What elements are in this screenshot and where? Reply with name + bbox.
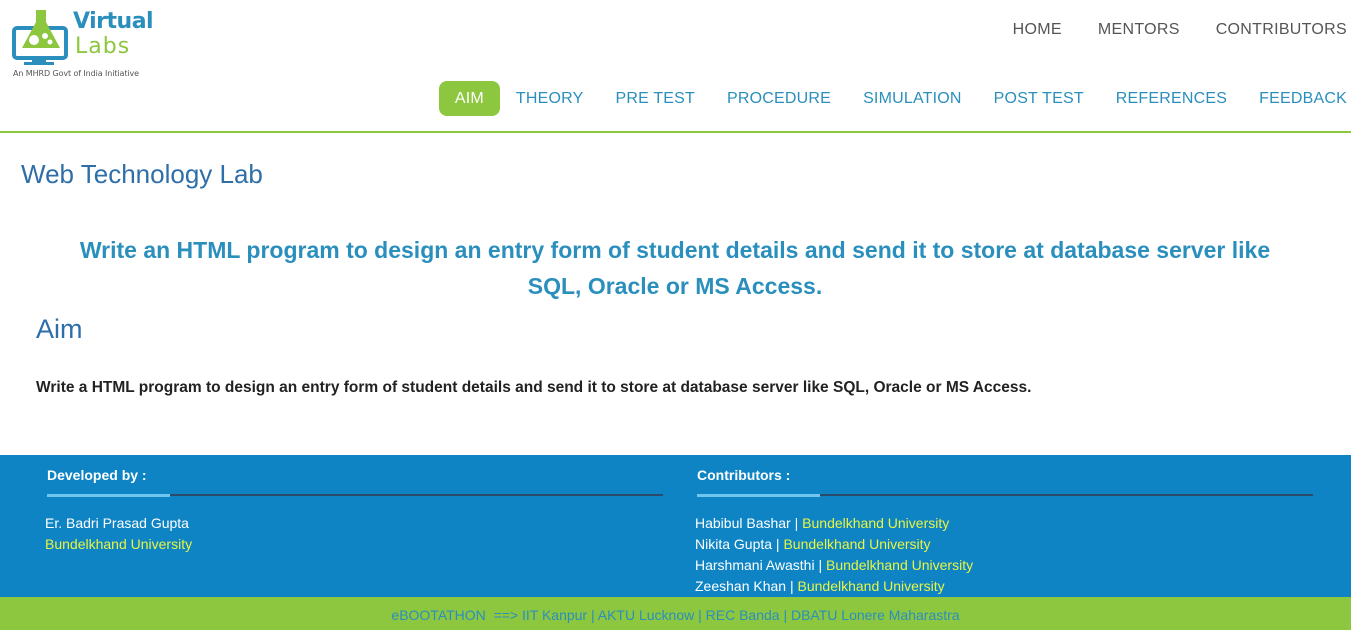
tab-aim[interactable]: AIM — [438, 81, 500, 116]
ebootathon-bar[interactable]: eBOOTATHON ==> IIT Kanpur | AKTU Lucknow… — [0, 597, 1351, 630]
footer: Developed by : Er. Badri Prasad Gupta Bu… — [0, 455, 1351, 597]
tab-simulation[interactable]: SIMULATION — [847, 81, 978, 116]
top-navigation: HOME MENTORS CONTRIBUTORS — [977, 20, 1347, 40]
contributor-name: Harshmani Awasthi — [695, 557, 815, 573]
tab-feedback[interactable]: FEEDBACK — [1243, 81, 1347, 116]
developer-list: Er. Badri Prasad Gupta Bundelkhand Unive… — [45, 513, 192, 555]
site-header: Virtual Labs An MHRD Govt of India Initi… — [0, 0, 1351, 133]
contributor-name: Habibul Bashar — [695, 515, 791, 531]
tab-theory[interactable]: THEORY — [500, 81, 600, 116]
contributor-list: Habibul Bashar | Bundelkhand University … — [695, 513, 973, 597]
logo-virtual-text: Virtual — [73, 9, 154, 34]
nav-home[interactable]: HOME — [977, 20, 1062, 40]
contributor-university: Bundelkhand University — [783, 536, 931, 552]
contributor-university: Bundelkhand University — [797, 578, 945, 594]
tab-pre-test[interactable]: PRE TEST — [599, 81, 711, 116]
aim-heading: Aim — [36, 314, 83, 344]
contributor-name: Nikita Gupta — [695, 536, 773, 552]
flask-logo-icon — [12, 10, 68, 65]
experiment-heading: Write an HTML program to design an entry… — [30, 232, 1320, 304]
nav-mentors[interactable]: MENTORS — [1062, 20, 1180, 40]
logo-labs-text: Labs — [75, 34, 131, 59]
experiment-heading-line-2: SQL, Oracle or MS Access. — [527, 273, 823, 299]
contributor-item: Habibul Bashar | Bundelkhand University — [695, 515, 950, 531]
divider-accent — [47, 494, 170, 497]
tab-procedure[interactable]: PROCEDURE — [711, 81, 847, 116]
divider-accent — [697, 494, 820, 497]
contributor-item: Zeeshan Khan | Bundelkhand University — [695, 578, 945, 594]
developer-university: Bundelkhand University — [45, 536, 193, 552]
contributor-item: Harshmani Awasthi | Bundelkhand Universi… — [695, 557, 974, 573]
experiment-tabs: AIM THEORY PRE TEST PROCEDURE SIMULATION… — [438, 81, 1347, 116]
contributor-university: Bundelkhand University — [826, 557, 974, 573]
tab-references[interactable]: REFERENCES — [1100, 81, 1243, 116]
contributor-name: Zeeshan Khan — [695, 578, 787, 594]
nav-contributors[interactable]: CONTRIBUTORS — [1180, 20, 1347, 40]
contributors-label: Contributors : — [697, 467, 791, 483]
developer-name: Er. Badri Prasad Gupta — [45, 515, 189, 531]
contributor-item: Nikita Gupta | Bundelkhand University — [695, 536, 931, 552]
contributor-university: Bundelkhand University — [802, 515, 950, 531]
lab-title: Web Technology Lab — [21, 159, 263, 189]
logo-caption: An MHRD Govt of India Initiative — [13, 69, 139, 78]
developed-by-label: Developed by : — [47, 467, 147, 483]
experiment-heading-line-1: Write an HTML program to design an entry… — [79, 237, 1271, 263]
tab-post-test[interactable]: POST TEST — [978, 81, 1100, 116]
aim-text: Write a HTML program to design an entry … — [36, 379, 1032, 396]
